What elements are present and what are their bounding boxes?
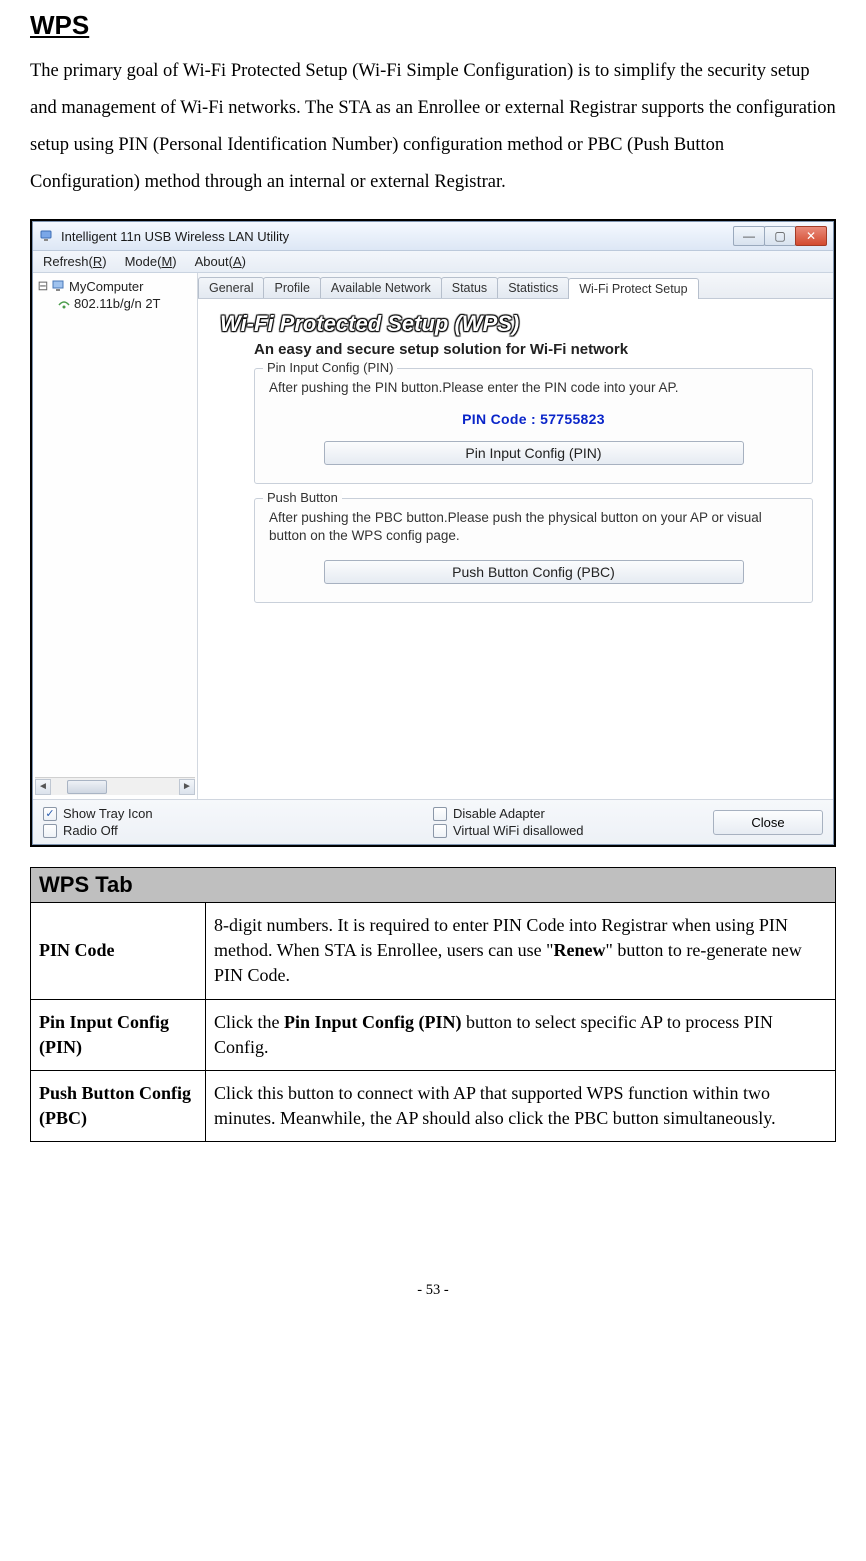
menu-mode[interactable]: Mode(M)	[125, 254, 177, 269]
tree-collapse-icon[interactable]: ⊟	[37, 278, 49, 294]
table-row: PIN Code 8-digit numbers. It is required…	[31, 903, 836, 1000]
tab-general[interactable]: General	[198, 277, 264, 298]
row-value: Click this button to connect with AP tha…	[206, 1070, 836, 1141]
pin-instruction-text: After pushing the PIN button.Please ente…	[269, 379, 798, 397]
tab-wifi-protect-setup[interactable]: Wi-Fi Protect Setup	[568, 278, 698, 299]
pbc-instruction-text: After pushing the PBC button.Please push…	[269, 509, 798, 545]
checkbox-label: Disable Adapter	[453, 806, 545, 821]
sidebar: ⊟ MyComputer 802.11b/g/n 2T ◄	[33, 273, 198, 799]
minimize-button[interactable]: —	[733, 226, 765, 246]
page-heading: WPS	[30, 10, 836, 41]
tab-strip: General Profile Available Network Status…	[198, 273, 833, 299]
checkbox-label: Radio Off	[63, 823, 118, 838]
tab-statistics[interactable]: Statistics	[497, 277, 569, 298]
wps-subheading: An easy and secure setup solution for Wi…	[254, 341, 817, 358]
show-tray-checkbox[interactable]: ✓ Show Tray Icon	[43, 806, 423, 821]
checkbox-icon	[433, 824, 447, 838]
close-button[interactable]: Close	[713, 810, 823, 835]
computer-icon	[52, 279, 66, 293]
app-body: ⊟ MyComputer 802.11b/g/n 2T ◄	[33, 273, 833, 799]
menu-refresh[interactable]: Refresh(R)	[43, 254, 107, 269]
window-title: Intelligent 11n USB Wireless LAN Utility	[61, 229, 728, 244]
pin-group: Pin Input Config (PIN) After pushing the…	[254, 368, 813, 484]
tree-node-label: 802.11b/g/n 2T	[74, 296, 161, 311]
row-value: 8-digit numbers. It is required to enter…	[206, 903, 836, 1000]
tree-node-computer[interactable]: ⊟ MyComputer	[35, 277, 195, 295]
maximize-button[interactable]: ▢	[764, 226, 796, 246]
tree-view[interactable]: ⊟ MyComputer 802.11b/g/n 2T	[35, 277, 195, 777]
tree-node-adapter[interactable]: 802.11b/g/n 2T	[35, 295, 195, 312]
scroll-right-icon[interactable]: ►	[179, 779, 195, 795]
scroll-left-icon[interactable]: ◄	[35, 779, 51, 795]
row-label: Pin Input Config (PIN)	[31, 999, 206, 1070]
push-button-config-button[interactable]: Push Button Config (PBC)	[324, 560, 744, 584]
adapter-icon	[57, 297, 71, 311]
scroll-thumb[interactable]	[67, 780, 107, 794]
tab-status[interactable]: Status	[441, 277, 498, 298]
pin-input-config-button[interactable]: Pin Input Config (PIN)	[324, 441, 744, 465]
menubar: Refresh(R) Mode(M) About(A)	[33, 251, 833, 273]
tab-content: Wi-Fi Protected Setup (WPS) An easy and …	[198, 299, 833, 799]
page-number: - 53 -	[30, 1282, 836, 1299]
wps-heading: Wi-Fi Protected Setup (WPS)	[220, 311, 817, 337]
radio-off-checkbox[interactable]: Radio Off	[43, 823, 423, 838]
tab-available-network[interactable]: Available Network	[320, 277, 442, 298]
table-header: WPS Tab	[31, 868, 836, 903]
window-controls: — ▢ ✕	[734, 226, 827, 246]
pin-code-display: PIN Code : 57755823	[269, 411, 798, 427]
pbc-group-legend: Push Button	[263, 490, 342, 505]
titlebar: Intelligent 11n USB Wireless LAN Utility…	[33, 222, 833, 251]
tree-node-label: MyComputer	[69, 279, 143, 294]
reference-table: WPS Tab PIN Code 8-digit numbers. It is …	[30, 867, 836, 1142]
virtual-wifi-checkbox[interactable]: Virtual WiFi disallowed	[433, 823, 703, 838]
screenshot-container: Intelligent 11n USB Wireless LAN Utility…	[30, 219, 836, 847]
checkbox-label: Show Tray Icon	[63, 806, 153, 821]
pin-group-legend: Pin Input Config (PIN)	[263, 360, 397, 375]
disable-adapter-checkbox[interactable]: Disable Adapter	[433, 806, 703, 821]
main-panel: General Profile Available Network Status…	[198, 273, 833, 799]
checkbox-icon: ✓	[43, 807, 57, 821]
row-label: Push Button Config (PBC)	[31, 1070, 206, 1141]
footer-bar: ✓ Show Tray Icon Disable Adapter Close R…	[33, 799, 833, 844]
app-icon	[39, 228, 55, 244]
sidebar-scrollbar[interactable]: ◄ ►	[35, 777, 195, 795]
app-window: Intelligent 11n USB Wireless LAN Utility…	[32, 221, 834, 845]
checkbox-label: Virtual WiFi disallowed	[453, 823, 584, 838]
row-value: Click the Pin Input Config (PIN) button …	[206, 999, 836, 1070]
menu-about[interactable]: About(A)	[195, 254, 246, 269]
row-label: PIN Code	[31, 903, 206, 1000]
pbc-group: Push Button After pushing the PBC button…	[254, 498, 813, 602]
checkbox-icon	[433, 807, 447, 821]
table-row: Push Button Config (PBC) Click this butt…	[31, 1070, 836, 1141]
checkbox-icon	[43, 824, 57, 838]
intro-paragraph: The primary goal of Wi-Fi Protected Setu…	[30, 53, 836, 201]
close-window-button[interactable]: ✕	[795, 226, 827, 246]
tab-profile[interactable]: Profile	[263, 277, 320, 298]
table-row: Pin Input Config (PIN) Click the Pin Inp…	[31, 999, 836, 1070]
